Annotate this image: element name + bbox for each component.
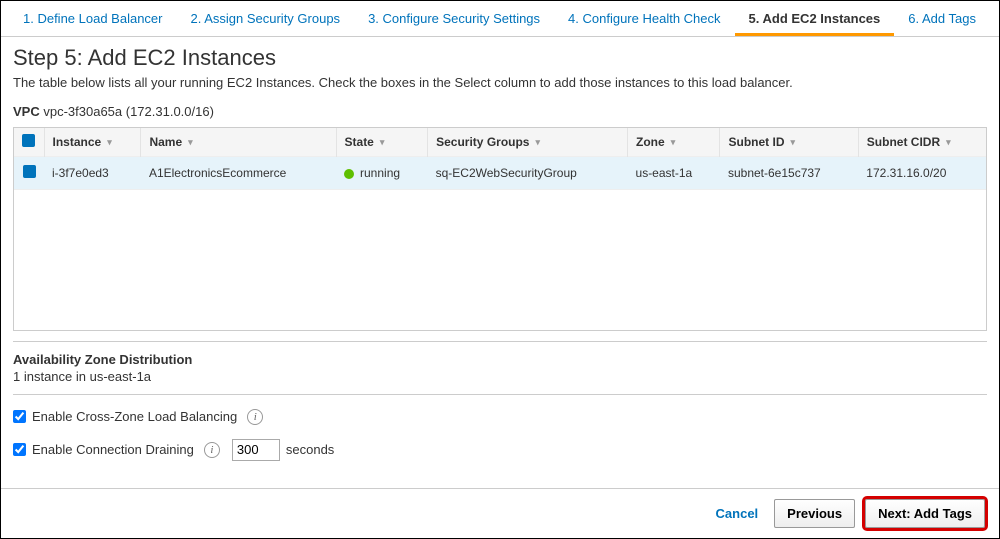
sort-caret-icon: ▾ xyxy=(535,137,540,148)
sort-caret-icon: ▾ xyxy=(188,137,193,148)
col-state[interactable]: State▾ xyxy=(336,128,428,157)
cell-security-groups: sq-EC2WebSecurityGroup xyxy=(428,157,628,190)
wizard-step-configure-security-settings[interactable]: 3. Configure Security Settings xyxy=(354,1,554,36)
col-name[interactable]: Name▾ xyxy=(141,128,336,157)
sort-caret-icon: ▾ xyxy=(380,137,385,148)
col-zone[interactable]: Zone▾ xyxy=(628,128,720,157)
cell-subnet: subnet-6e15c737 xyxy=(720,157,858,190)
az-distribution-summary: 1 instance in us-east-1a xyxy=(13,369,987,384)
cell-zone: us-east-1a xyxy=(628,157,720,190)
col-select-all[interactable] xyxy=(14,128,44,157)
cross-zone-label: Enable Cross-Zone Load Balancing xyxy=(32,409,237,424)
row-checkbox[interactable] xyxy=(23,165,36,178)
table-row[interactable]: i-3f7e0ed3 A1ElectronicsEcommerce runnin… xyxy=(14,157,986,190)
vpc-value: vpc-3f30a65a (172.31.0.0/16) xyxy=(43,104,214,119)
sort-caret-icon: ▾ xyxy=(671,137,676,148)
cell-state: running xyxy=(336,157,428,190)
next-button[interactable]: Next: Add Tags xyxy=(865,499,985,528)
col-subnet-cidr[interactable]: Subnet CIDR▾ xyxy=(858,128,986,157)
sort-caret-icon: ▾ xyxy=(107,137,112,148)
cross-zone-checkbox[interactable] xyxy=(13,410,26,423)
info-icon[interactable]: i xyxy=(204,442,220,458)
instances-table: Instance▾ Name▾ State▾ Security Groups▾ … xyxy=(13,127,987,331)
wizard-footer: Cancel Previous Next: Add Tags xyxy=(1,488,999,538)
page-lead: The table below lists all your running E… xyxy=(13,75,987,90)
connection-draining-seconds-input[interactable] xyxy=(232,439,280,461)
az-distribution-title: Availability Zone Distribution xyxy=(13,341,987,367)
connection-draining-checkbox[interactable] xyxy=(13,443,26,456)
table-empty-space xyxy=(14,190,986,330)
connection-draining-label: Enable Connection Draining xyxy=(32,442,194,457)
cell-instance: i-3f7e0ed3 xyxy=(44,157,141,190)
sort-caret-icon: ▾ xyxy=(790,137,795,148)
info-icon[interactable]: i xyxy=(247,409,263,425)
cell-name: A1ElectronicsEcommerce xyxy=(141,157,336,190)
wizard-step-add-tags[interactable]: 6. Add Tags xyxy=(894,1,990,36)
cancel-button[interactable]: Cancel xyxy=(716,506,759,521)
cell-cidr: 172.31.16.0/20 xyxy=(858,157,986,190)
state-dot-icon xyxy=(344,169,354,179)
wizard-step-assign-security-groups[interactable]: 2. Assign Security Groups xyxy=(176,1,354,36)
wizard-step-define-load-balancer[interactable]: 1. Define Load Balancer xyxy=(9,1,176,36)
col-security-groups[interactable]: Security Groups▾ xyxy=(428,128,628,157)
vpc-line: VPC vpc-3f30a65a (172.31.0.0/16) xyxy=(13,104,987,119)
select-all-checkbox[interactable] xyxy=(22,134,35,147)
sort-caret-icon: ▾ xyxy=(946,137,951,148)
previous-button[interactable]: Previous xyxy=(774,499,855,528)
wizard-steps: 1. Define Load Balancer 2. Assign Securi… xyxy=(1,1,999,37)
wizard-step-configure-health-check[interactable]: 4. Configure Health Check xyxy=(554,1,734,36)
wizard-step-add-ec2-instances[interactable]: 5. Add EC2 Instances xyxy=(735,1,895,36)
page-title: Step 5: Add EC2 Instances xyxy=(13,45,987,71)
col-instance[interactable]: Instance▾ xyxy=(44,128,141,157)
col-subnet-id[interactable]: Subnet ID▾ xyxy=(720,128,858,157)
vpc-label: VPC xyxy=(13,104,40,119)
connection-draining-unit: seconds xyxy=(286,442,334,457)
wizard-step-review[interactable]: 7. Review xyxy=(990,1,1000,36)
